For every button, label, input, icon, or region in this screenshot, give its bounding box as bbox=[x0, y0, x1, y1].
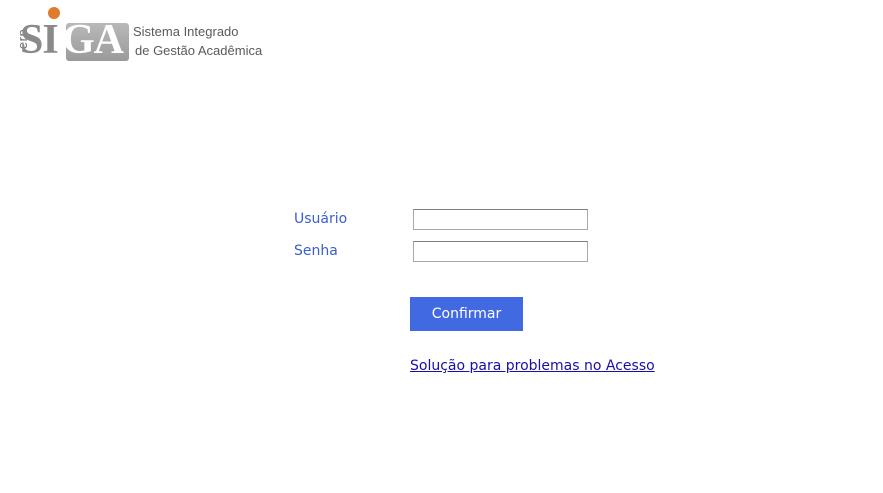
access-help-link[interactable]: Solução para problemas no Acesso bbox=[410, 358, 655, 374]
logo-ga-text: GA bbox=[62, 17, 124, 63]
logo-subtitle-line2: de Gestão Acadêmica bbox=[135, 43, 263, 58]
logo-subtitle-line1: Sistema Integrado bbox=[133, 24, 239, 39]
password-input[interactable] bbox=[413, 241, 588, 262]
login-page: .erp SI GA Sistema Integrado de Gestão A… bbox=[0, 0, 883, 493]
username-input[interactable] bbox=[413, 209, 588, 230]
siga-logo: .erp SI GA Sistema Integrado de Gestão A… bbox=[6, 4, 276, 66]
username-label: Usuário bbox=[294, 211, 348, 227]
confirm-button[interactable]: Confirmar bbox=[410, 297, 523, 331]
logo-si-text: SI bbox=[20, 17, 59, 63]
password-label: Senha bbox=[294, 243, 338, 259]
